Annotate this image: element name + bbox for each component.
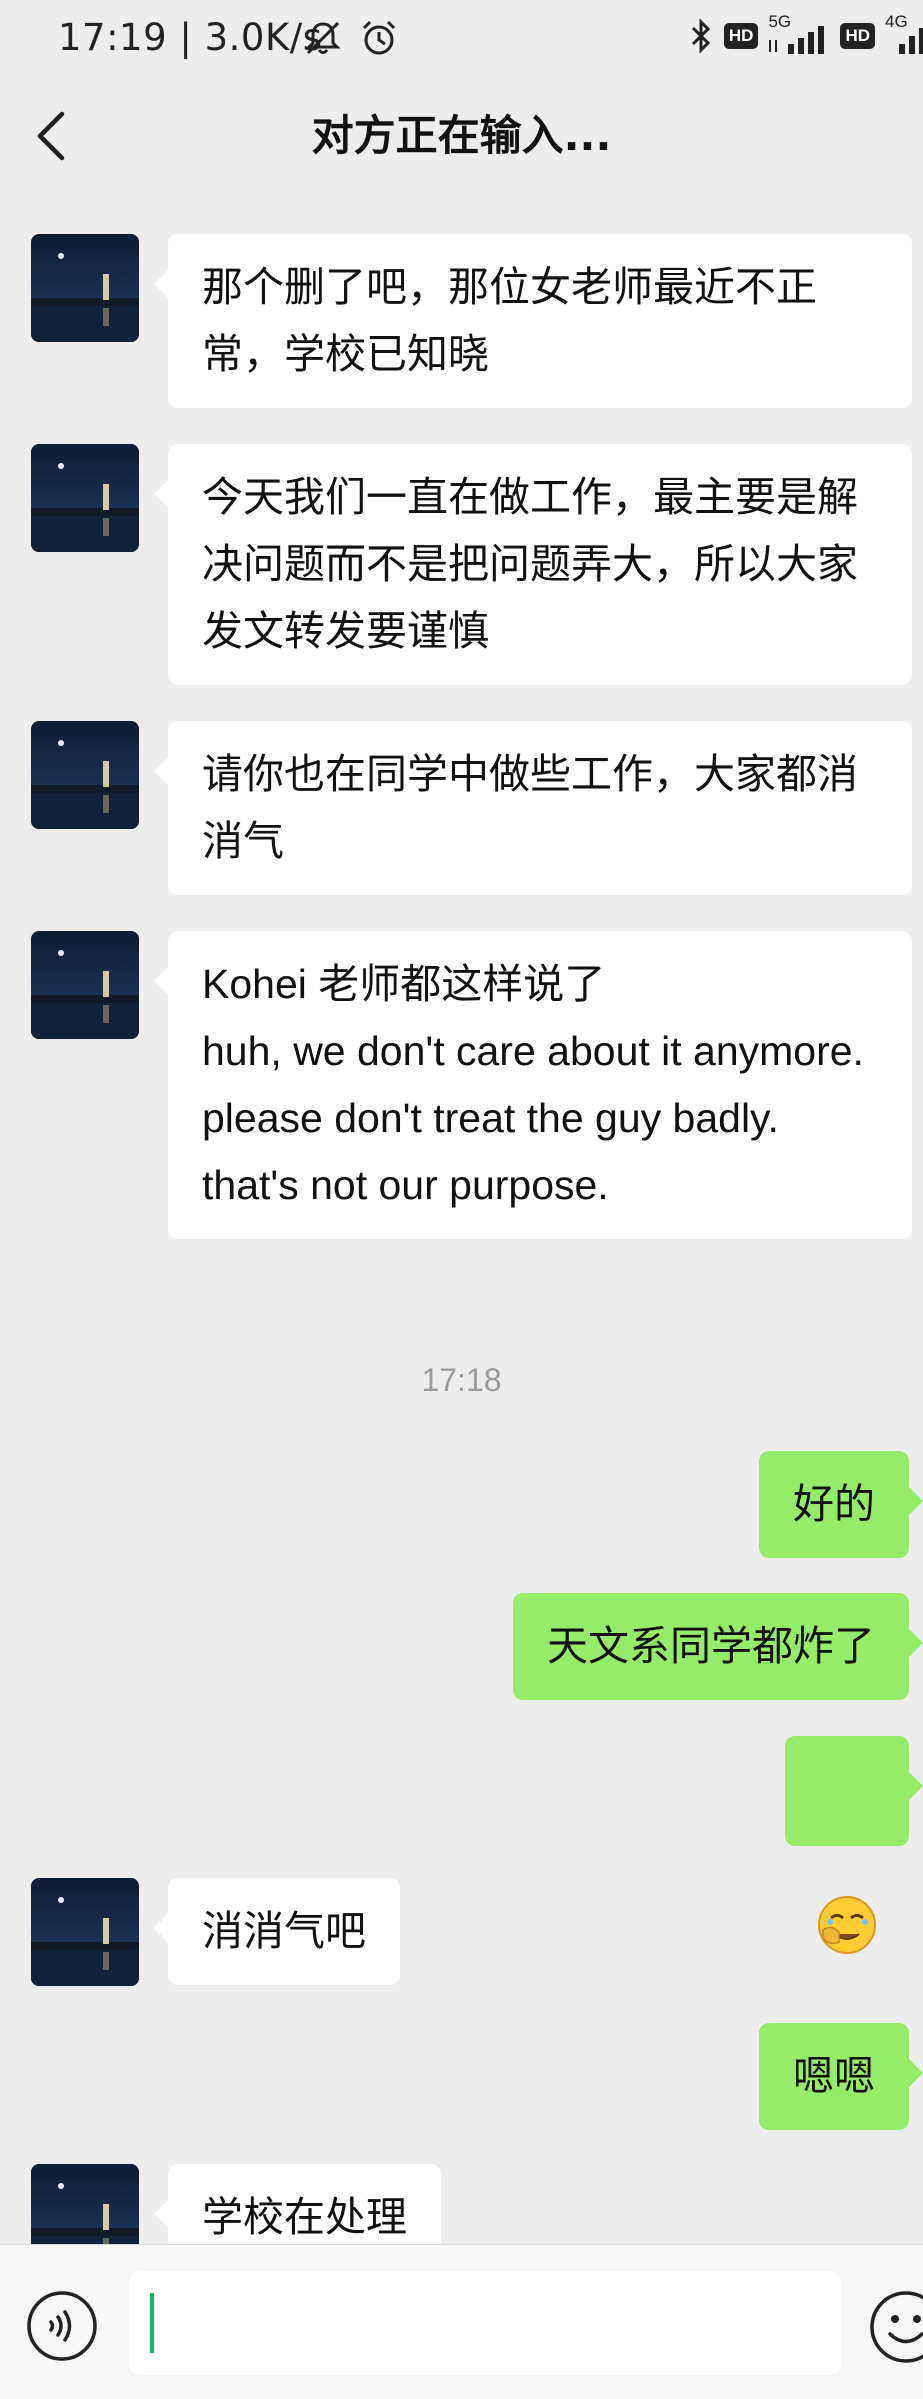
avatar[interactable] bbox=[31, 234, 139, 342]
avatar[interactable] bbox=[31, 2164, 139, 2244]
voice-icon[interactable] bbox=[25, 2289, 99, 2363]
night-lake-avatar bbox=[31, 1878, 139, 1986]
page-title: 对方正在输入... bbox=[311, 111, 612, 160]
avatar[interactable] bbox=[31, 1878, 139, 1986]
night-lake-avatar bbox=[31, 444, 139, 552]
signal-bars-icon bbox=[769, 26, 825, 54]
message-bubble-outgoing[interactable]: 嗯嗯 bbox=[759, 2023, 923, 2130]
message-bubble-outgoing[interactable] bbox=[785, 1736, 923, 1954]
chat-timestamp: 17:18 bbox=[421, 1362, 502, 1398]
night-lake-avatar bbox=[31, 931, 139, 1039]
night-lake-avatar bbox=[31, 234, 139, 342]
alarm-icon bbox=[362, 20, 396, 55]
signal-bars-4g-icon bbox=[899, 28, 923, 54]
status-right-icons: HD 5G HD 4G bbox=[686, 12, 923, 56]
chat-header: 对方正在输入... bbox=[0, 80, 923, 194]
night-lake-avatar bbox=[31, 721, 139, 829]
message-bubble[interactable]: 学校在处理 bbox=[154, 2164, 441, 2244]
message-bubble-outgoing[interactable]: 天文系同学都炸了 bbox=[513, 1593, 923, 1700]
hd-badge-2: HD bbox=[840, 23, 875, 49]
status-left-icons bbox=[303, 18, 399, 58]
emoji-icon[interactable] bbox=[868, 2289, 923, 2365]
input-bar bbox=[0, 2244, 923, 2399]
message-bubble-outgoing[interactable]: 好的 bbox=[759, 1451, 923, 1558]
avatar[interactable] bbox=[31, 444, 139, 552]
hd-badge-1: HD bbox=[723, 23, 759, 49]
text-caret bbox=[150, 2293, 154, 2353]
message-bubble[interactable]: Kohei 老师都这样说了 huh, we don't care about i… bbox=[154, 931, 912, 1239]
message-bubble[interactable]: 消消气吧 bbox=[154, 1878, 400, 1985]
status-bar: 17:19 | 3.0K/s HD 5G HD 4G bbox=[0, 0, 923, 80]
message-bubble[interactable]: 今天我们一直在做工作，最主要是解决问题而不是把问题弄大，所以大家发文转发要谨慎 bbox=[154, 444, 912, 685]
signal-4g: 4G bbox=[883, 12, 923, 56]
status-time-speed: 17:19 | 3.0K/s bbox=[58, 16, 323, 59]
avatar[interactable] bbox=[31, 721, 139, 829]
bluetooth-icon bbox=[691, 18, 710, 54]
message-list[interactable]: 那个删了吧，那位女老师最近不正常，学校已知晓 今天我们一直在做工作，最主要是解决… bbox=[0, 194, 923, 2244]
facepalm-emoji bbox=[818, 1896, 876, 1954]
night-lake-avatar bbox=[31, 2164, 139, 2244]
message-input[interactable] bbox=[129, 2271, 841, 2375]
message-bubble[interactable]: 请你也在同学中做些工作，大家都消消气 bbox=[154, 721, 912, 895]
signal-5g: 5G bbox=[766, 12, 832, 56]
message-bubble[interactable]: 那个删了吧，那位女老师最近不正常，学校已知晓 bbox=[154, 234, 912, 408]
avatar[interactable] bbox=[31, 931, 139, 1039]
mute-notification-icon bbox=[305, 21, 341, 55]
